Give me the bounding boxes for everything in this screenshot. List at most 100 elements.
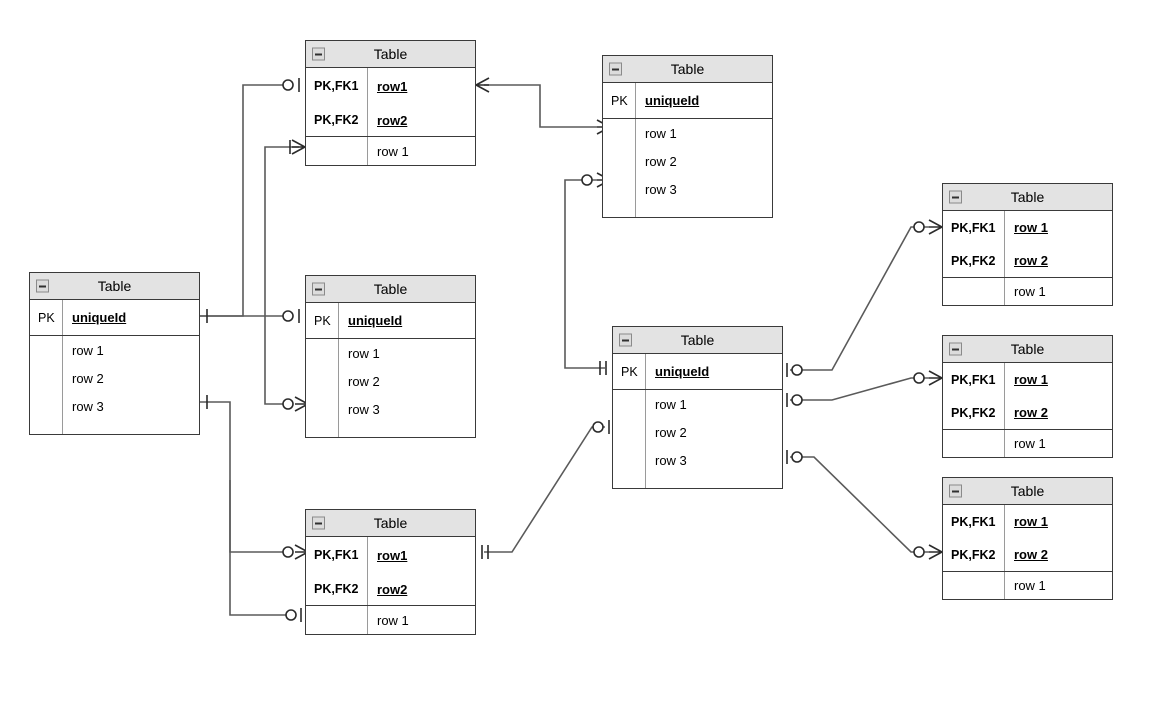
table-row[interactable]: PK uniqueId (30, 300, 199, 335)
attr-name: row 3 (348, 401, 380, 417)
table-row[interactable]: row 2 (306, 367, 475, 395)
relationship-line-r11[interactable] (790, 456, 929, 553)
entity-title: Table (373, 46, 408, 62)
relationship-line-r8[interactable] (484, 426, 605, 553)
entity-key-section: PK,FK1 row 1 PK,FK2 row 2 (943, 211, 1112, 277)
minus-icon[interactable] (36, 279, 49, 293)
entity-field-section: row 1 (943, 571, 1112, 599)
entity-key-section: PK uniqueId (613, 354, 782, 389)
attr-key: PK,FK2 (943, 244, 1005, 277)
table-row-spacer (603, 203, 772, 217)
entity-table-t4[interactable]: Table PK uniqueId row 1 row 2 row 3 (305, 275, 476, 438)
attr-key (603, 203, 636, 217)
table-row[interactable]: row 1 (306, 606, 475, 634)
table-row[interactable]: row 2 (30, 364, 199, 392)
entity-table-t9[interactable]: Table PK,FK1 row 1 PK,FK2 row 2 row 1 (942, 477, 1113, 600)
attr-name: row 1 (645, 125, 677, 141)
attr-name: row1 (377, 78, 408, 94)
entity-table-t8[interactable]: Table PK,FK1 row 1 PK,FK2 row 2 row 1 (942, 335, 1113, 458)
attr-key (30, 364, 63, 392)
table-row[interactable]: row 1 (306, 339, 475, 367)
minus-icon[interactable] (619, 333, 632, 347)
entity-key-section: PK,FK1 row 1 PK,FK2 row 2 (943, 505, 1112, 571)
entity-table-t1[interactable]: Table PK uniqueId row 1 row 2 row 3 (29, 272, 200, 435)
attr-key (613, 390, 646, 418)
entity-body-t4: PK uniqueId row 1 row 2 row 3 (306, 303, 475, 437)
attr-key: PK (306, 303, 339, 338)
entity-table-t3[interactable]: Table PK uniqueId row 1 row 2 row 3 (602, 55, 773, 218)
marker-circle-t9-r11 (913, 546, 925, 558)
marker-crowfoot-t8-r10 (928, 370, 944, 386)
table-row[interactable]: PK uniqueId (613, 354, 782, 389)
relationship-line-r1[interactable] (200, 84, 287, 317)
table-row[interactable]: row 3 (603, 175, 772, 203)
relationship-line-r10[interactable] (790, 377, 929, 401)
table-row[interactable]: row 1 (613, 390, 782, 418)
table-row[interactable]: PK,FK2 row2 (306, 573, 475, 605)
attr-name: row 3 (645, 181, 677, 197)
entity-table-t2[interactable]: Table PK,FK1 row1 PK,FK2 row2 row 1 (305, 40, 476, 166)
table-row[interactable]: row 3 (613, 446, 782, 474)
entity-table-t7[interactable]: Table PK,FK1 row 1 PK,FK2 row 2 row 1 (942, 183, 1113, 306)
attr-key: PK (613, 354, 646, 389)
attr-key (30, 420, 63, 434)
attr-key: PK (30, 300, 63, 335)
table-row[interactable]: PK,FK2 row2 (306, 104, 475, 136)
table-row[interactable]: PK,FK1 row 1 (943, 363, 1112, 396)
attr-name: row 1 (1014, 436, 1046, 451)
table-row[interactable]: row 1 (943, 430, 1112, 457)
minus-icon[interactable] (949, 342, 962, 356)
relationship-line-r6[interactable] (200, 401, 287, 553)
table-row[interactable]: row 1 (30, 336, 199, 364)
minus-icon[interactable] (312, 47, 325, 61)
attr-key (943, 278, 1005, 305)
relationship-line-r3[interactable] (484, 84, 597, 128)
attr-name: row2 (377, 581, 408, 597)
table-row[interactable]: row 2 (603, 147, 772, 175)
marker-circle-t4-r5 (282, 398, 294, 410)
entity-field-section: row 1 row 2 row 3 (306, 338, 475, 437)
table-row[interactable]: PK,FK2 row 2 (943, 538, 1112, 571)
attr-name: row 2 (1014, 547, 1048, 562)
minus-icon[interactable] (949, 190, 962, 204)
entity-table-t5[interactable]: Table PK uniqueId row 1 row 2 row 3 (612, 326, 783, 489)
relationship-line-r7[interactable] (229, 480, 287, 616)
relationship-line-r9[interactable] (790, 226, 929, 371)
table-row[interactable]: row 2 (613, 418, 782, 446)
marker-circle-t5-r9 (791, 364, 803, 376)
minus-icon[interactable] (949, 484, 962, 498)
table-row[interactable]: PK,FK1 row 1 (943, 505, 1112, 538)
relationship-line-r4[interactable] (564, 179, 605, 369)
entity-title: Table (373, 515, 408, 531)
table-row[interactable]: row 1 (306, 137, 475, 165)
attr-key: PK,FK1 (306, 68, 368, 104)
minus-icon[interactable] (312, 282, 325, 296)
attr-name: row 2 (1014, 253, 1048, 268)
minus-icon[interactable] (312, 516, 325, 530)
table-row[interactable]: PK uniqueId (603, 83, 772, 118)
table-row[interactable]: row 1 (603, 119, 772, 147)
table-row[interactable]: PK uniqueId (306, 303, 475, 338)
minus-icon[interactable] (609, 62, 622, 76)
table-row[interactable]: row 1 (943, 572, 1112, 599)
table-row[interactable]: PK,FK1 row 1 (943, 211, 1112, 244)
er-diagram-canvas: Table PK uniqueId row 1 row 2 row 3 Tabl… (0, 0, 1154, 710)
attr-name: row 3 (655, 452, 687, 468)
attr-name: row 1 (1014, 372, 1048, 387)
table-row[interactable]: row 3 (306, 395, 475, 423)
relationship-line-r5[interactable] (264, 146, 299, 405)
attr-name: row 2 (72, 370, 104, 386)
table-row[interactable]: PK,FK1 row1 (306, 537, 475, 573)
table-row[interactable]: PK,FK1 row1 (306, 68, 475, 104)
attr-key: PK,FK1 (943, 505, 1005, 538)
marker-double-tick-t6-r8 (481, 545, 489, 559)
table-row[interactable]: row 1 (943, 278, 1112, 305)
entity-table-t6[interactable]: Table PK,FK1 row1 PK,FK2 row2 row 1 (305, 509, 476, 635)
marker-circle-t6-r6 (282, 546, 294, 558)
table-row[interactable]: row 3 (30, 392, 199, 420)
attr-name: row 1 (1014, 578, 1046, 593)
table-row[interactable]: PK,FK2 row 2 (943, 396, 1112, 429)
entity-body-t6: PK,FK1 row1 PK,FK2 row2 row 1 (306, 537, 475, 634)
entity-field-section: row 1 row 2 row 3 (613, 389, 782, 488)
table-row[interactable]: PK,FK2 row 2 (943, 244, 1112, 277)
